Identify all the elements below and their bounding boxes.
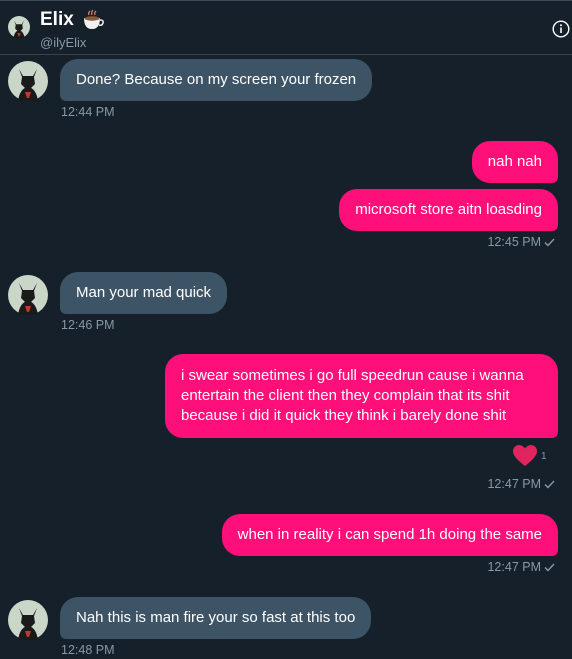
contact-name-text: Elix [40,9,74,30]
message-time: 12:47 PM [487,477,541,491]
avatar[interactable] [8,16,30,38]
message-timestamp: 12:45 PM [487,235,555,249]
message-time: 12:47 PM [487,560,541,574]
message-bubble-outgoing[interactable]: microsoft store aitn loasding [339,189,558,231]
message-timestamp: 12:48 PM [61,643,115,657]
message-bubble-outgoing[interactable]: when in reality i can spend 1h doing the… [221,514,558,556]
conversation-header: Elix @ilyElix [0,1,572,55]
contact-handle: @ilyElix [40,35,87,50]
sent-check-icon [544,563,555,572]
info-icon[interactable] [552,20,570,38]
message-bubble-outgoing[interactable]: i swear sometimes i go full speedrun cau… [165,354,558,438]
message-bubble-incoming[interactable]: Done? Because on my screen your frozen [60,59,373,101]
message-timestamp: 12:47 PM [487,560,555,574]
sent-check-icon [544,238,555,247]
reaction-count: 1 [541,451,547,462]
message-time: 12:45 PM [487,235,541,249]
message-timestamp: 12:46 PM [61,318,115,332]
avatar[interactable] [8,275,48,315]
contact-name[interactable]: Elix [40,9,104,31]
message-timestamp: 12:44 PM [61,105,115,119]
message-bubble-incoming[interactable]: Nah this is man fire your so fast at thi… [60,597,372,639]
sent-check-icon [544,480,555,489]
avatar[interactable] [8,600,48,640]
message-bubble-outgoing[interactable]: nah nah [471,141,558,183]
avatar[interactable] [8,61,48,101]
message-bubble-incoming[interactable]: Man your mad quick [60,272,228,314]
message-timestamp: 12:47 PM [487,477,555,491]
heart-icon[interactable] [512,444,538,468]
coffee-cup-icon [83,9,104,29]
